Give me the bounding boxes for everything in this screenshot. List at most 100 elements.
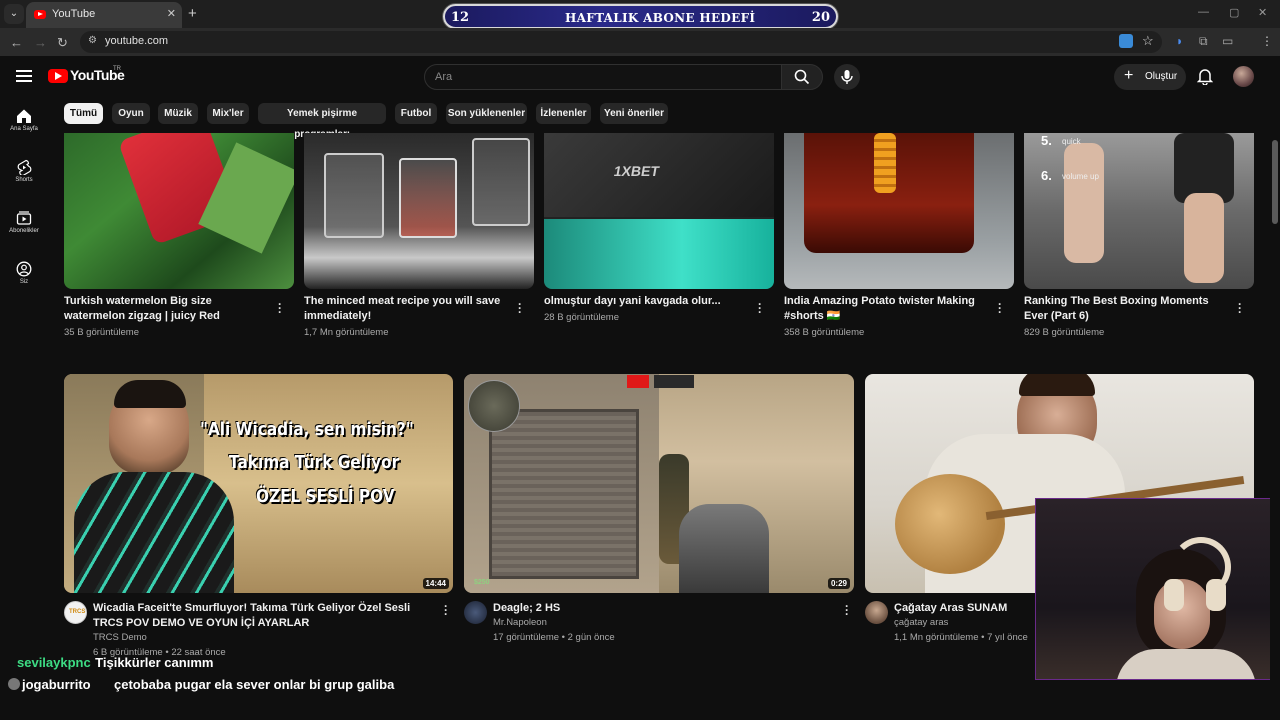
video-title[interactable]: Deagle; 2 HS — [493, 601, 813, 616]
chip-mixes[interactable]: Mix'ler — [207, 103, 249, 124]
notifications-bell-icon[interactable] — [1196, 67, 1214, 86]
short-thumbnail-4[interactable] — [784, 133, 1014, 289]
chat-message-text: çetobaba pugar ela sever onlar bi grup g… — [114, 676, 414, 694]
search-placeholder: Ara — [435, 71, 453, 83]
overlay-rank-5-text: quick — [1062, 137, 1081, 146]
search-button[interactable] — [781, 64, 823, 90]
goal-current: 12 — [451, 10, 470, 25]
sidebar-icon[interactable]: ▭ — [1222, 34, 1233, 48]
search-input[interactable]: Ara — [424, 64, 782, 90]
video-title[interactable]: Çağatay Aras SUNAM — [894, 601, 1034, 616]
more-options-icon[interactable]: · · · — [442, 600, 450, 620]
tab-search-button[interactable]: ⌄ — [4, 4, 24, 24]
site-info-icon[interactable]: ⚙ — [88, 35, 100, 47]
plus-icon: + — [1124, 67, 1134, 84]
channel-avatar[interactable]: TRCS — [64, 601, 87, 624]
thumb-text-1: "Ali Wicadia, sen misin?" — [200, 419, 414, 440]
forward-icon[interactable]: → — [34, 35, 47, 50]
video-meta: 1,1 Mn görüntüleme • 7 yıl önce — [894, 632, 1028, 643]
chip-music[interactable]: Müzik — [158, 103, 198, 124]
chip-all[interactable]: Tümü — [64, 103, 103, 124]
create-button[interactable]: + Oluştur — [1114, 64, 1186, 90]
chip-new-to-you[interactable]: Yeni öneriler — [600, 103, 668, 124]
channel-avatar[interactable] — [464, 601, 487, 624]
channel-name[interactable]: çağatay aras — [894, 617, 948, 628]
short-thumbnail-1[interactable] — [64, 133, 294, 289]
scrollbar-thumb[interactable] — [1272, 140, 1278, 224]
short-thumbnail-3[interactable]: 1XBET — [544, 133, 774, 289]
search-icon — [794, 69, 810, 85]
video-thumbnail-1[interactable]: "Ali Wicadia, sen misin?" Takıma Türk Ge… — [64, 374, 453, 593]
sidebar-item-shorts[interactable]: Shorts — [0, 159, 48, 183]
short-title[interactable]: Turkish watermelon Big size watermelon z… — [64, 294, 264, 324]
chat-username: sevilaykpnc — [17, 655, 91, 670]
chip-recently-uploaded[interactable]: Son yüklenenler — [446, 103, 527, 124]
hud-money: $250 — [474, 579, 490, 586]
goal-target: 20 — [811, 10, 830, 25]
more-options-icon[interactable]: · · · — [996, 298, 1004, 318]
sidebar-item-label: Shorts — [15, 177, 33, 183]
short-views: 829 B görüntüleme — [1024, 327, 1105, 338]
video-duration: 0:29 — [827, 578, 850, 589]
chat-username: jogaburrito — [22, 677, 91, 692]
sidebar-item-label: Siz — [19, 279, 29, 285]
youtube-logo-icon[interactable] — [48, 69, 68, 83]
back-icon[interactable]: ← — [10, 35, 23, 50]
close-tab-icon[interactable]: ✕ — [167, 7, 176, 20]
thumb-text-3: ÖZEL SESLİ POV — [256, 486, 395, 507]
page-scrollbar[interactable] — [1270, 56, 1280, 720]
short-thumbnail-2[interactable] — [304, 133, 534, 289]
overlay-rank-6-text: volume up — [1062, 172, 1099, 181]
short-views: 1,7 Mn görüntüleme — [304, 327, 389, 338]
subscriptions-icon — [16, 211, 32, 225]
region-code: TR — [113, 66, 121, 72]
short-thumbnail-5[interactable]: 5. quick 6. volume up — [1024, 133, 1254, 289]
chat-text: çetobaba pugar ela sever onlar bi grup g… — [114, 677, 395, 692]
video-title[interactable]: Wicadia Faceit'te Smurfluyor! Takıma Tür… — [93, 601, 438, 631]
streamer-webcam — [1035, 498, 1280, 680]
chat-message: sevilaykpnc Tişikkürler canımm — [17, 654, 213, 672]
goal-title: HAFTALIK ABONE HEDEFİ — [565, 11, 756, 25]
maximize-icon[interactable]: ▢ — [1229, 6, 1239, 19]
voice-search-button[interactable] — [834, 64, 860, 90]
short-title[interactable]: Ranking The Best Boxing Moments Ever (Pa… — [1024, 294, 1224, 324]
short-title[interactable]: olmuştur dayı yani kavgada olur... — [544, 294, 744, 309]
more-options-icon[interactable]: · · · — [516, 298, 524, 318]
close-window-icon[interactable]: ✕ — [1258, 6, 1267, 19]
more-options-icon[interactable]: · · · — [1236, 298, 1244, 318]
reload-icon[interactable]: ↻ — [57, 35, 68, 51]
sidebar-item-home[interactable]: Ana Sayfa — [0, 108, 48, 132]
sidebar-item-subscriptions[interactable]: Abonelikler — [0, 210, 48, 234]
more-options-icon[interactable]: · · · — [843, 600, 851, 620]
new-tab-button[interactable]: + — [188, 5, 197, 22]
youtube-header: YouTube TR Ara + Oluştur — [0, 56, 1270, 98]
minimize-icon[interactable]: — — [1198, 6, 1209, 18]
chip-football[interactable]: Futbol — [395, 103, 437, 124]
short-title[interactable]: India Amazing Potato twister Making #sho… — [784, 294, 984, 324]
tab-title: YouTube — [52, 8, 96, 20]
browser-menu-icon[interactable]: ⋮ — [1261, 34, 1273, 48]
more-options-icon[interactable]: · · · — [276, 298, 284, 318]
home-icon — [17, 109, 31, 123]
channel-name[interactable]: TRCS Demo — [93, 632, 147, 643]
short-title[interactable]: The minced meat recipe you will save imm… — [304, 294, 504, 324]
browser-tab-youtube[interactable]: YouTube ✕ — [26, 2, 182, 28]
video-thumbnail-2[interactable]: $250 0:29 — [464, 374, 854, 593]
chat-text: Tişikkürler canımm — [95, 655, 214, 670]
chip-gaming[interactable]: Oyun — [112, 103, 150, 124]
extensions-puzzle-icon[interactable]: ⧉ — [1199, 34, 1208, 49]
url-text: youtube.com — [105, 35, 168, 47]
account-avatar[interactable] — [1233, 66, 1254, 87]
sidebar-item-you[interactable]: Siz — [0, 261, 48, 285]
bookmark-star-icon[interactable]: ☆ — [1142, 33, 1154, 49]
address-bar[interactable]: ⚙ youtube.com ☆ — [80, 31, 1162, 53]
extension-icon[interactable]: ◗ — [1176, 34, 1183, 48]
translate-icon[interactable] — [1119, 34, 1133, 48]
channel-name[interactable]: Mr.Napoleon — [493, 617, 547, 628]
chip-watched[interactable]: İzlenenler — [536, 103, 591, 124]
chip-cooking[interactable]: Yemek pişirme programları — [258, 103, 386, 140]
channel-avatar[interactable] — [865, 601, 888, 624]
hamburger-menu-icon[interactable] — [16, 70, 32, 82]
shorts-icon — [17, 159, 32, 175]
more-options-icon[interactable]: · · · — [756, 298, 764, 318]
